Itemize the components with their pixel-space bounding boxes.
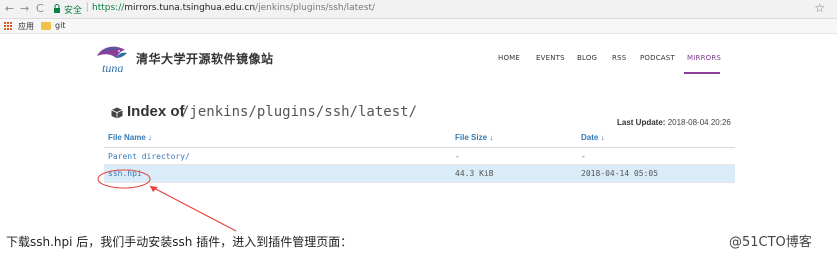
url-scheme: https:// — [92, 3, 125, 13]
nav-blog[interactable]: BLOG — [577, 54, 597, 62]
nav-podcast[interactable]: PODCAST — [640, 54, 675, 62]
last-update-label: Last Update: — [617, 118, 666, 127]
row-date: 2018-04-14 05:05 — [581, 169, 659, 178]
ssh-hpi-link[interactable]: ssh.hpi — [108, 169, 142, 178]
url-path: /jenkins/plugins/ssh/latest/ — [255, 3, 375, 13]
column-file-name[interactable]: File Name ↓ — [108, 133, 152, 142]
header-divider — [104, 147, 735, 148]
row-size: - — [455, 152, 460, 161]
reload-icon[interactable]: C — [36, 2, 44, 16]
url-host: mirrors.tuna.tsinghua.edu.cn — [124, 3, 256, 13]
secure-label: 安全 — [64, 6, 83, 16]
logo-wordmark: tuna — [102, 61, 123, 74]
forward-arrow-icon[interactable]: → — [20, 2, 29, 16]
nav-mirrors[interactable]: MIRRORS — [687, 54, 721, 62]
lock-icon — [54, 4, 60, 13]
last-update: Last Update: 2018-08-04 20:26 — [617, 118, 731, 127]
row-size: 44.3 KiB — [455, 169, 494, 178]
annotation-overlay — [97, 169, 237, 232]
bookmark-git[interactable]: git — [55, 21, 65, 30]
row-divider — [104, 182, 735, 183]
bookmark-apps[interactable]: 应用 — [18, 21, 34, 32]
caption-text: 下载ssh.hpi 后，我们手动安装ssh 插件，进入到插件管理页面： — [6, 235, 353, 249]
last-update-value: 2018-08-04 20:26 — [667, 118, 731, 127]
column-file-size[interactable]: File Size ↓ — [455, 133, 493, 142]
bookmarks-bar: 应用 git — [0, 19, 837, 34]
folder-icon — [41, 22, 51, 30]
nav-active-indicator — [684, 72, 720, 74]
arrow-head — [150, 186, 158, 192]
column-date[interactable]: Date ↓ — [581, 133, 605, 142]
annotation-arrow — [149, 185, 237, 232]
address-bar: ← → C 安全 | https://mirrors.tuna.tsinghua… — [0, 0, 837, 19]
index-path: /jenkins/plugins/ssh/latest/ — [181, 104, 418, 120]
cube-icon — [111, 107, 123, 119]
nav-rss[interactable]: RSS — [612, 54, 626, 62]
url-field[interactable]: https://mirrors.tuna.tsinghua.edu.cn/jen… — [92, 3, 375, 13]
back-arrow-icon[interactable]: ← — [5, 2, 14, 16]
tuna-logo[interactable]: tuna — [94, 44, 128, 74]
nav-events[interactable]: EVENTS — [536, 54, 565, 62]
separator: | — [86, 2, 89, 13]
nav-home[interactable]: HOME — [498, 54, 520, 62]
row-date: - — [581, 152, 586, 161]
apps-grid-icon[interactable] — [4, 22, 12, 30]
star-icon[interactable]: ☆ — [814, 1, 825, 15]
parent-directory-link[interactable]: Parent directory/ — [108, 152, 190, 161]
site-title: 清华大学开源软件镜像站 — [136, 52, 274, 66]
index-label: Index of — [127, 103, 185, 120]
watermark: @51CTO博客 — [729, 235, 812, 250]
